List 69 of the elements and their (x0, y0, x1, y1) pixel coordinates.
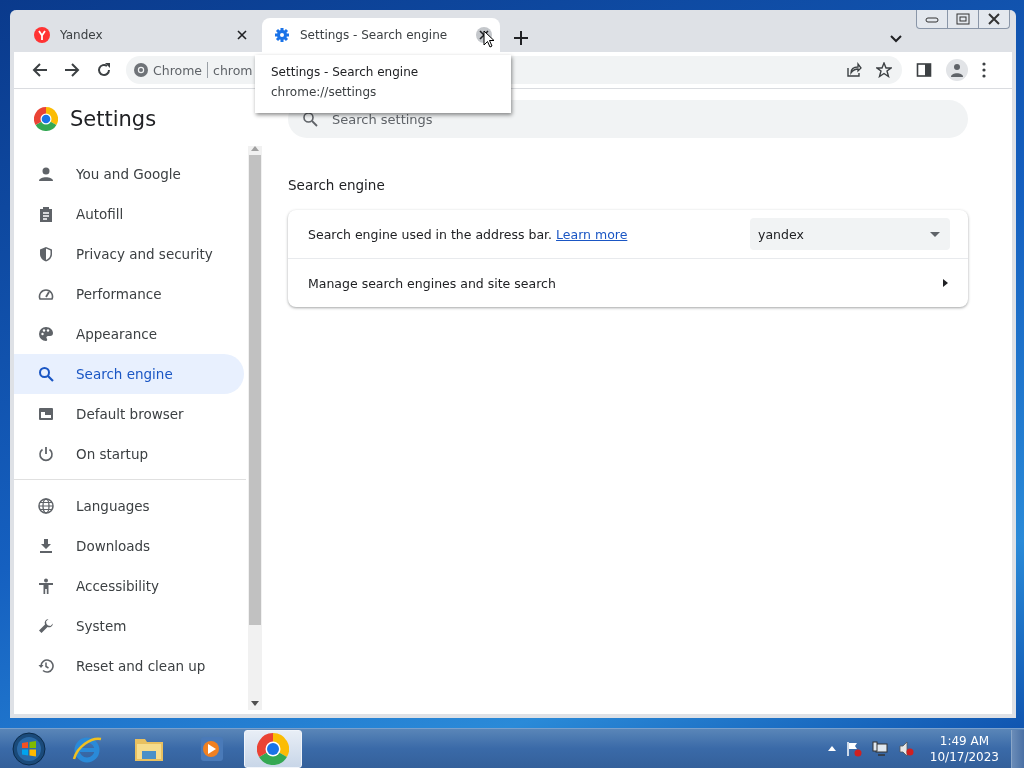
dropdown-arrow-icon (930, 231, 940, 237)
mouse-pointer-icon (483, 30, 495, 48)
manage-search-engines-row[interactable]: Manage search engines and site search (288, 258, 968, 307)
sidebar-item[interactable]: On startup (14, 434, 244, 474)
taskbar-button[interactable] (244, 729, 302, 768)
sidebar-item[interactable]: Privacy and security (14, 234, 244, 274)
search-icon (302, 111, 318, 127)
site-label: Chrome (153, 62, 203, 78)
chevron-right-icon (943, 279, 948, 287)
browser-window-icon (38, 406, 54, 422)
history-icon (38, 658, 54, 674)
sidebar-item[interactable]: Downloads (14, 526, 244, 566)
sidebar-item[interactable]: Languages (14, 486, 244, 526)
menu-icon[interactable] (982, 62, 986, 78)
clock[interactable]: 1:49 AM 10/17/2023 (929, 732, 999, 765)
speedometer-icon (38, 286, 54, 302)
accessibility-icon (38, 578, 54, 594)
scroll-down-icon[interactable] (251, 701, 259, 706)
clipboard-icon (38, 206, 54, 222)
reload-icon[interactable] (96, 62, 112, 78)
sidebar-item[interactable]: Reset and clean up (14, 646, 244, 686)
power-icon (38, 446, 54, 462)
share-icon[interactable] (846, 62, 862, 78)
browser-tab[interactable]: Yandex (22, 18, 258, 52)
sidebar-item[interactable]: You and Google (14, 154, 244, 194)
flag-icon[interactable] (845, 740, 862, 757)
scrollbar[interactable] (248, 146, 262, 710)
profile-button[interactable] (946, 59, 968, 81)
palette-icon (38, 326, 54, 342)
search-icon (38, 366, 54, 382)
close-icon (237, 30, 247, 40)
network-icon[interactable] (871, 740, 888, 757)
setting-label: Manage search engines and site search (308, 275, 557, 291)
tooltip-title: Settings - Search engine (271, 65, 420, 79)
star-icon[interactable] (876, 62, 892, 78)
sidebar-item[interactable]: Appearance (14, 314, 244, 354)
globe-icon (38, 498, 54, 514)
up-arrow-icon[interactable] (827, 746, 836, 751)
setting-label: Search engine used in the address bar. Learn more (308, 226, 629, 242)
address-text: chrom (213, 62, 253, 78)
chevron-down-icon[interactable] (890, 35, 902, 43)
gear-icon (274, 27, 290, 43)
sidebar-item[interactable]: Search engine (14, 354, 244, 394)
start-orb-icon[interactable] (12, 731, 46, 766)
close-icon[interactable] (986, 13, 1002, 25)
speaker-icon[interactable] (897, 740, 914, 757)
tooltip-url: chrome://settings (271, 85, 378, 99)
side-panel-icon[interactable] (916, 62, 932, 78)
sidebar-item[interactable]: Accessibility (14, 566, 244, 606)
page-title: Settings (70, 107, 157, 131)
close-icon (479, 30, 489, 40)
section-heading: Search engine (288, 177, 386, 193)
person-icon (950, 63, 964, 77)
download-icon (38, 538, 54, 554)
browser-tab[interactable]: Settings - Search engine (262, 18, 500, 52)
sidebar-item[interactable]: Default browser (14, 394, 244, 434)
wrench-icon (38, 618, 54, 634)
plus-icon[interactable] (514, 31, 528, 45)
search-engine-dropdown[interactable]: yandex (750, 218, 950, 250)
sidebar-item[interactable]: Autofill (14, 194, 244, 234)
shield-icon (38, 246, 54, 262)
maximize-icon[interactable] (955, 13, 971, 25)
sidebar-item[interactable]: System (14, 606, 244, 646)
letter-y-icon (34, 27, 50, 43)
learn-more-link[interactable]: Learn more (556, 226, 628, 242)
person-icon (38, 166, 54, 182)
sidebar-item[interactable]: Performance (14, 274, 244, 314)
back-arrow-icon[interactable] (32, 62, 48, 78)
forward-arrow-icon[interactable] (64, 62, 80, 78)
